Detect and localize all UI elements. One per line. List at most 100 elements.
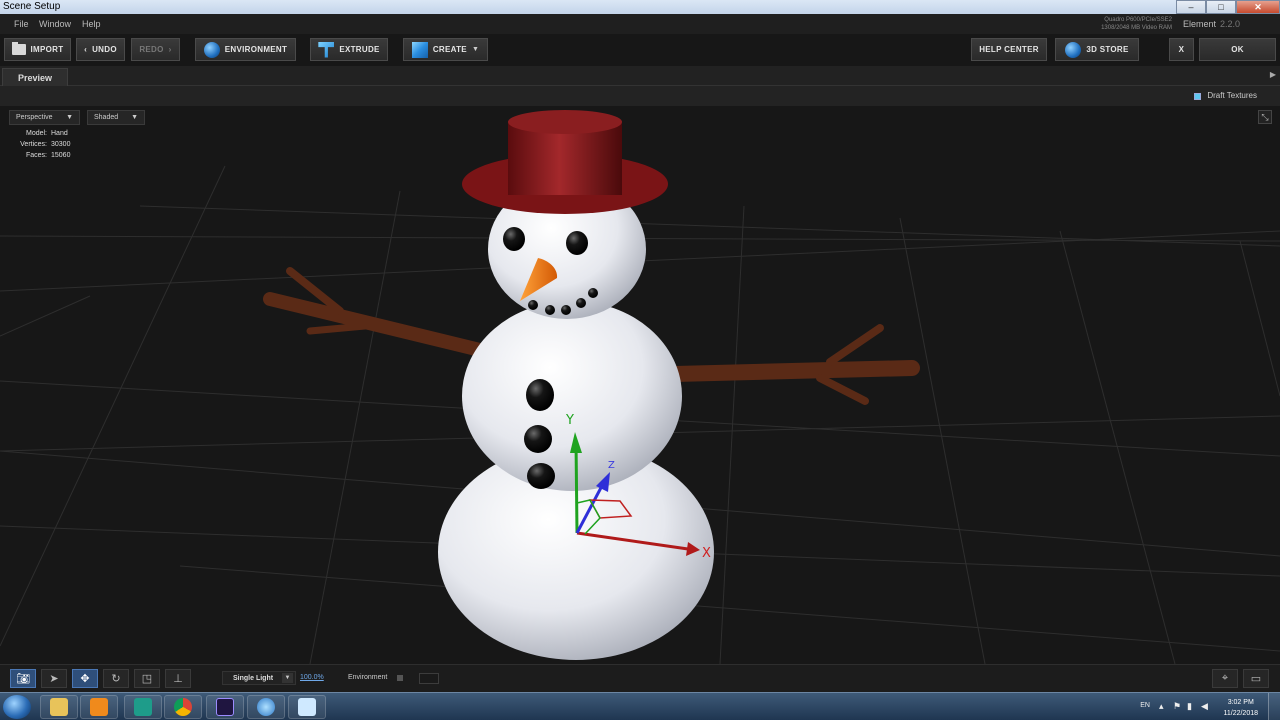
stat-row: Faces: 15060 xyxy=(17,150,70,161)
coat-button xyxy=(524,425,552,453)
menu-help[interactable]: Help xyxy=(82,19,101,29)
taskbar-app-after-effects[interactable] xyxy=(206,695,244,719)
window-title: Scene Setup xyxy=(3,1,61,12)
right-arm xyxy=(667,324,920,405)
stat-label: Faces: xyxy=(25,152,47,159)
camera-dropdown[interactable]: Perspective ▼ xyxy=(9,110,80,125)
main-toolbar: IMPORT ‹ UNDO REDO › ENVIRONMENT EXTRUDE… xyxy=(0,34,1280,66)
caret-down-icon: ▼ xyxy=(131,114,138,121)
environment-button[interactable]: ENVIRONMENT xyxy=(195,38,296,61)
stat-row: Model: Hand xyxy=(17,128,70,139)
rotate-icon[interactable]: ↻ xyxy=(103,669,129,688)
menu-window[interactable]: Window xyxy=(39,19,71,29)
environment-label: Environment xyxy=(348,674,388,681)
coat-button xyxy=(526,379,554,411)
flag-icon[interactable]: ⚑ xyxy=(1173,702,1182,711)
menu-bar: File Window Help Quadro P600/PCIe/SSE2 1… xyxy=(0,14,1280,34)
chevron-right-icon: › xyxy=(168,45,172,54)
create-button[interactable]: CREATE ▼ xyxy=(403,38,488,61)
environment-label: ENVIRONMENT xyxy=(224,45,288,54)
maximize-button[interactable]: □ xyxy=(1206,0,1236,14)
gizmo-x-label: X xyxy=(702,546,711,561)
clock-date: 11/22/2018 xyxy=(1223,710,1258,717)
gizmo-z-label: Z xyxy=(608,460,615,471)
chevron-left-icon: ‹ xyxy=(84,45,88,54)
product-name: Element xyxy=(1182,19,1216,29)
lighting-dropdown[interactable]: Single Light ▼ xyxy=(222,671,296,685)
close-window-button[interactable]: ✕ xyxy=(1236,0,1280,14)
left-eye xyxy=(503,227,525,251)
shading-value: Shaded xyxy=(94,114,119,121)
gpu-name: Quadro P600/PCIe/SSE2 xyxy=(1104,17,1172,23)
extrude-icon xyxy=(318,41,335,58)
environment-checkbox[interactable] xyxy=(397,675,403,681)
caret-down-icon: ▼ xyxy=(471,46,480,53)
caret-down-icon: ▼ xyxy=(282,673,293,683)
right-eye xyxy=(566,231,588,255)
shading-dropdown[interactable]: Shaded ▼ xyxy=(87,110,145,125)
gpu-info: Quadro P600/PCIe/SSE2 1308/2048 MB Video… xyxy=(1101,16,1172,32)
select-cursor-icon[interactable]: ➤ xyxy=(41,669,67,688)
taskbar-app-notes[interactable] xyxy=(288,695,326,719)
minimize-button[interactable]: – xyxy=(1176,0,1206,14)
environment-color-swatch[interactable] xyxy=(419,673,439,684)
stat-value: 30300 xyxy=(51,141,71,148)
chevron-right-icon[interactable]: ▶ xyxy=(1270,70,1276,79)
scene-canvas[interactable]: X Y Z xyxy=(0,106,1280,664)
3d-store-button[interactable]: 3D STORE xyxy=(1055,38,1139,61)
network-icon[interactable]: ▮ xyxy=(1187,702,1196,711)
menu-file[interactable]: File xyxy=(14,19,29,29)
after-effects-icon xyxy=(216,698,234,716)
maximize-viewport-icon[interactable]: ⤡ xyxy=(1258,110,1272,124)
3d-viewport[interactable]: X Y Z Perspective ▼ Shaded ▼ Model: Hand … xyxy=(0,106,1280,664)
undo-button[interactable]: ‹ UNDO xyxy=(76,38,125,61)
gizmo-y-label: Y xyxy=(565,413,574,428)
stat-value: 15060 xyxy=(51,152,71,159)
system-tray: EN ▴ ⚑ ▮ ◀ 3:02 PM 11/22/2018 xyxy=(1130,693,1280,720)
stat-label: Vertices: xyxy=(20,141,47,148)
extrude-button[interactable]: EXTRUDE xyxy=(310,38,388,61)
import-label: IMPORT xyxy=(30,45,64,54)
taskbar-clock[interactable]: 3:02 PM 11/22/2018 xyxy=(1223,697,1258,719)
start-button-icon[interactable] xyxy=(3,695,31,719)
camera-value: Perspective xyxy=(16,114,53,121)
move-icon[interactable]: ✥ xyxy=(72,669,98,688)
notes-icon xyxy=(298,698,316,716)
globe-icon xyxy=(1065,41,1082,58)
clock-time: 3:02 PM xyxy=(1227,699,1254,706)
folder-icon xyxy=(50,698,68,716)
taskbar-app-media[interactable] xyxy=(80,695,118,719)
draft-textures-label: Draft Textures xyxy=(1207,91,1257,100)
monitor-icon[interactable]: ▭ xyxy=(1243,669,1269,688)
tab-preview[interactable]: Preview xyxy=(2,68,68,86)
axis-icon[interactable]: ⊥ xyxy=(165,669,191,688)
taskbar-app-explorer[interactable] xyxy=(40,695,78,719)
draft-textures-checkbox[interactable] xyxy=(1194,93,1201,100)
show-desktop-button[interactable] xyxy=(1268,693,1280,720)
tab-row: Preview ▶ xyxy=(0,66,1280,86)
window-controls: – □ ✕ xyxy=(1176,0,1280,14)
taskbar-app-element[interactable] xyxy=(247,695,285,719)
window-title-bar: Scene Setup – □ ✕ xyxy=(0,0,1280,14)
stat-row: Vertices: 30300 xyxy=(17,139,70,150)
cancel-button[interactable]: X xyxy=(1169,38,1194,61)
viewport-toolbar: 📷︎ ➤ ✥ ↻ ◳ ⊥ Single Light ▼ 100.0% Envir… xyxy=(0,664,1280,692)
folder-icon xyxy=(11,42,26,55)
cancel-label: X xyxy=(1178,45,1185,54)
light-intensity-link[interactable]: 100.0% xyxy=(300,674,324,681)
scale-icon[interactable]: ◳ xyxy=(134,669,160,688)
camera-icon[interactable]: 📷︎ xyxy=(10,669,36,688)
os-taskbar: EN ▴ ⚑ ▮ ◀ 3:02 PM 11/22/2018 xyxy=(0,692,1280,720)
show-hidden-icons-icon[interactable]: ▴ xyxy=(1159,702,1168,711)
ok-button[interactable]: OK xyxy=(1199,38,1276,61)
language-indicator[interactable]: EN xyxy=(1140,702,1150,709)
help-center-button[interactable]: HELP CENTER xyxy=(971,38,1047,61)
3d-app-icon xyxy=(134,698,152,716)
product-version: 2.2.0 xyxy=(1219,19,1240,29)
redo-button[interactable]: REDO › xyxy=(131,38,180,61)
volume-icon[interactable]: ◀ xyxy=(1201,702,1210,711)
taskbar-app-chrome[interactable] xyxy=(164,695,202,719)
crosshair-icon[interactable]: ⌖ xyxy=(1212,669,1238,688)
import-button[interactable]: IMPORT xyxy=(4,38,71,61)
taskbar-app-3d[interactable] xyxy=(124,695,162,719)
